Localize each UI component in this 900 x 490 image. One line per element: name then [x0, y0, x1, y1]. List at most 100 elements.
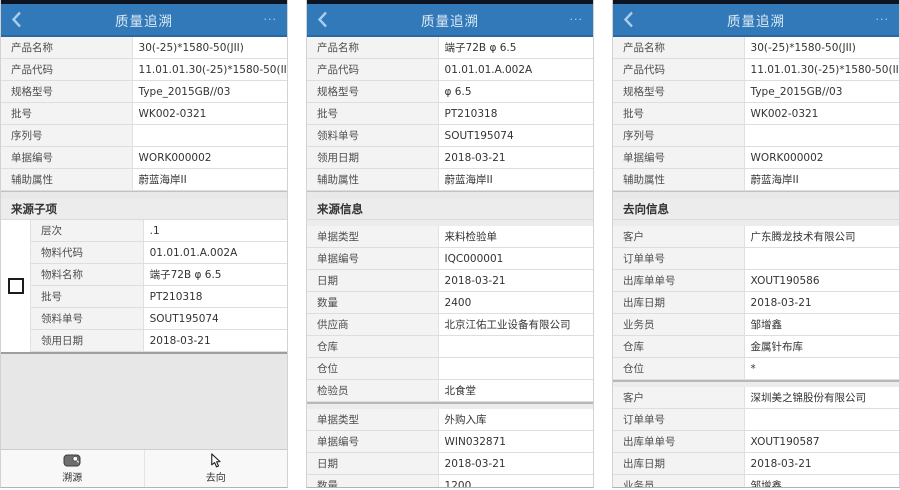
field-label: 批号 [1, 103, 133, 124]
source-doc-table-1: 单据类型来料检验单单据编号IQC000001日期2018-03-21数量2400… [307, 226, 593, 402]
back-chevron-icon [623, 11, 634, 28]
bottom-toolbar: 溯源 去向 [1, 449, 287, 487]
field-label: 订单单号 [613, 409, 745, 430]
field-label: 辅助属性 [1, 169, 133, 190]
field-label: 业务员 [613, 475, 745, 488]
field-value: 2400 [439, 292, 593, 313]
field-value: SOUT195074 [439, 125, 593, 146]
field-value: 2018-03-21 [439, 270, 593, 291]
field-label: 批号 [307, 103, 439, 124]
field-value: 金属针布库 [745, 336, 899, 357]
field-label: 规格型号 [613, 81, 745, 102]
box-magnifier-icon [63, 453, 82, 468]
field-label: 数量 [307, 292, 439, 313]
field-label: 仓库 [613, 336, 745, 357]
back-chevron-icon [317, 11, 328, 28]
field-label: 批号 [31, 286, 144, 307]
field-label: 出库日期 [613, 292, 745, 313]
field-value [439, 336, 593, 357]
field-label: 仓位 [307, 358, 439, 379]
table-row: 物料代码01.01.01.A.002A [31, 242, 287, 264]
trace-destination-label: 去向 [206, 469, 226, 484]
more-menu-button[interactable]: ··· [560, 4, 594, 35]
empty-area [1, 354, 287, 449]
field-label: 单据编号 [613, 147, 745, 168]
field-value: .1 [144, 220, 287, 241]
back-button[interactable] [307, 4, 338, 35]
group-divider [307, 402, 593, 409]
field-label: 辅助属性 [307, 169, 439, 190]
field-label: 日期 [307, 453, 439, 474]
table-row: 产品代码11.01.01.30(-25)*1580-50(II) [1, 59, 287, 81]
table-row: 辅助属性蔚蓝海岸II [1, 169, 287, 191]
table-row: 批号PT210318 [307, 103, 593, 125]
table-row: 出库单单号XOUT190586 [613, 270, 899, 292]
app-header: 质量追溯 ··· [613, 4, 899, 37]
field-value: 蔚蓝海岸II [439, 169, 593, 190]
field-label: 领用日期 [31, 330, 144, 351]
table-row: 日期2018-03-21 [307, 453, 593, 475]
field-value [745, 248, 899, 269]
app-header: 质量追溯 ··· [1, 4, 287, 37]
table-row: 批号PT210318 [31, 286, 287, 308]
field-label: 领料单号 [307, 125, 439, 146]
trace-destination-button[interactable]: 去向 [144, 450, 288, 487]
field-value: WORK000002 [133, 147, 287, 168]
field-value: XOUT190586 [745, 270, 899, 291]
field-value: 2018-03-21 [439, 147, 593, 168]
field-label: 产品代码 [613, 59, 745, 80]
table-row: 辅助属性蔚蓝海岸II [307, 169, 593, 191]
back-button[interactable] [1, 4, 32, 35]
field-value: 广东腾龙技术有限公司 [745, 226, 899, 247]
field-value: 端子72B φ 6.5 [439, 37, 593, 58]
field-label: 供应商 [307, 314, 439, 335]
more-menu-button[interactable]: ··· [866, 4, 900, 35]
field-value: 来料检验单 [439, 226, 593, 247]
field-label: 订单单号 [613, 248, 745, 269]
field-label: 辅助属性 [613, 169, 745, 190]
section-title: 去向信息 [613, 199, 899, 220]
field-value: Type_2015GB//03 [745, 81, 899, 102]
product-info-table: 产品名称30(-25)*1580-50(JII)产品代码11.01.01.30(… [613, 37, 899, 191]
table-row: 领用日期2018-03-21 [307, 147, 593, 169]
table-row: 客户深圳美之锦股份有限公司 [613, 387, 899, 409]
table-row: 单据类型来料检验单 [307, 226, 593, 248]
field-value: SOUT195074 [144, 308, 287, 329]
group-divider [613, 380, 899, 387]
trace-source-button[interactable]: 溯源 [1, 450, 144, 487]
section-divider [307, 191, 593, 199]
more-menu-button[interactable]: ··· [254, 4, 288, 35]
field-label: 序列号 [1, 125, 133, 146]
section-title: 来源子项 [1, 199, 287, 220]
table-row: 产品代码11.01.01.30(-25)*1580-50(II) [613, 59, 899, 81]
field-value: * [745, 358, 899, 379]
table-row: 序列号 [1, 125, 287, 147]
field-label: 仓位 [613, 358, 745, 379]
field-label: 产品名称 [613, 37, 745, 58]
trace-panel-source-subitems: 质量追溯 ··· 产品名称30(-25)*1580-50(JII)产品代码11.… [0, 0, 288, 488]
field-value [133, 125, 287, 146]
page-title: 质量追溯 [613, 10, 899, 30]
field-label: 物料名称 [31, 264, 144, 285]
field-label: 领料单号 [31, 308, 144, 329]
field-value [439, 358, 593, 379]
section-divider [613, 191, 899, 199]
field-label: 检验员 [307, 380, 439, 401]
back-chevron-icon [11, 11, 22, 28]
back-button[interactable] [613, 4, 644, 35]
subitem-checkbox[interactable] [8, 278, 24, 294]
table-row: 数量1200 [307, 475, 593, 488]
field-label: 单据编号 [1, 147, 133, 168]
field-value [745, 125, 899, 146]
table-row: 仓位* [613, 358, 899, 380]
field-label: 产品代码 [307, 59, 439, 80]
field-label: 物料代码 [31, 242, 144, 263]
table-row: 产品名称30(-25)*1580-50(JII) [1, 37, 287, 59]
checkbox-column [1, 220, 31, 352]
three-screenshot-strip: 质量追溯 ··· 产品名称30(-25)*1580-50(JII)产品代码11.… [0, 0, 900, 490]
field-value: 2018-03-21 [439, 453, 593, 474]
product-info-table: 产品名称30(-25)*1580-50(JII)产品代码11.01.01.30(… [1, 37, 287, 191]
field-value: WK002-0321 [745, 103, 899, 124]
section-divider [1, 191, 287, 199]
field-label: 日期 [307, 270, 439, 291]
